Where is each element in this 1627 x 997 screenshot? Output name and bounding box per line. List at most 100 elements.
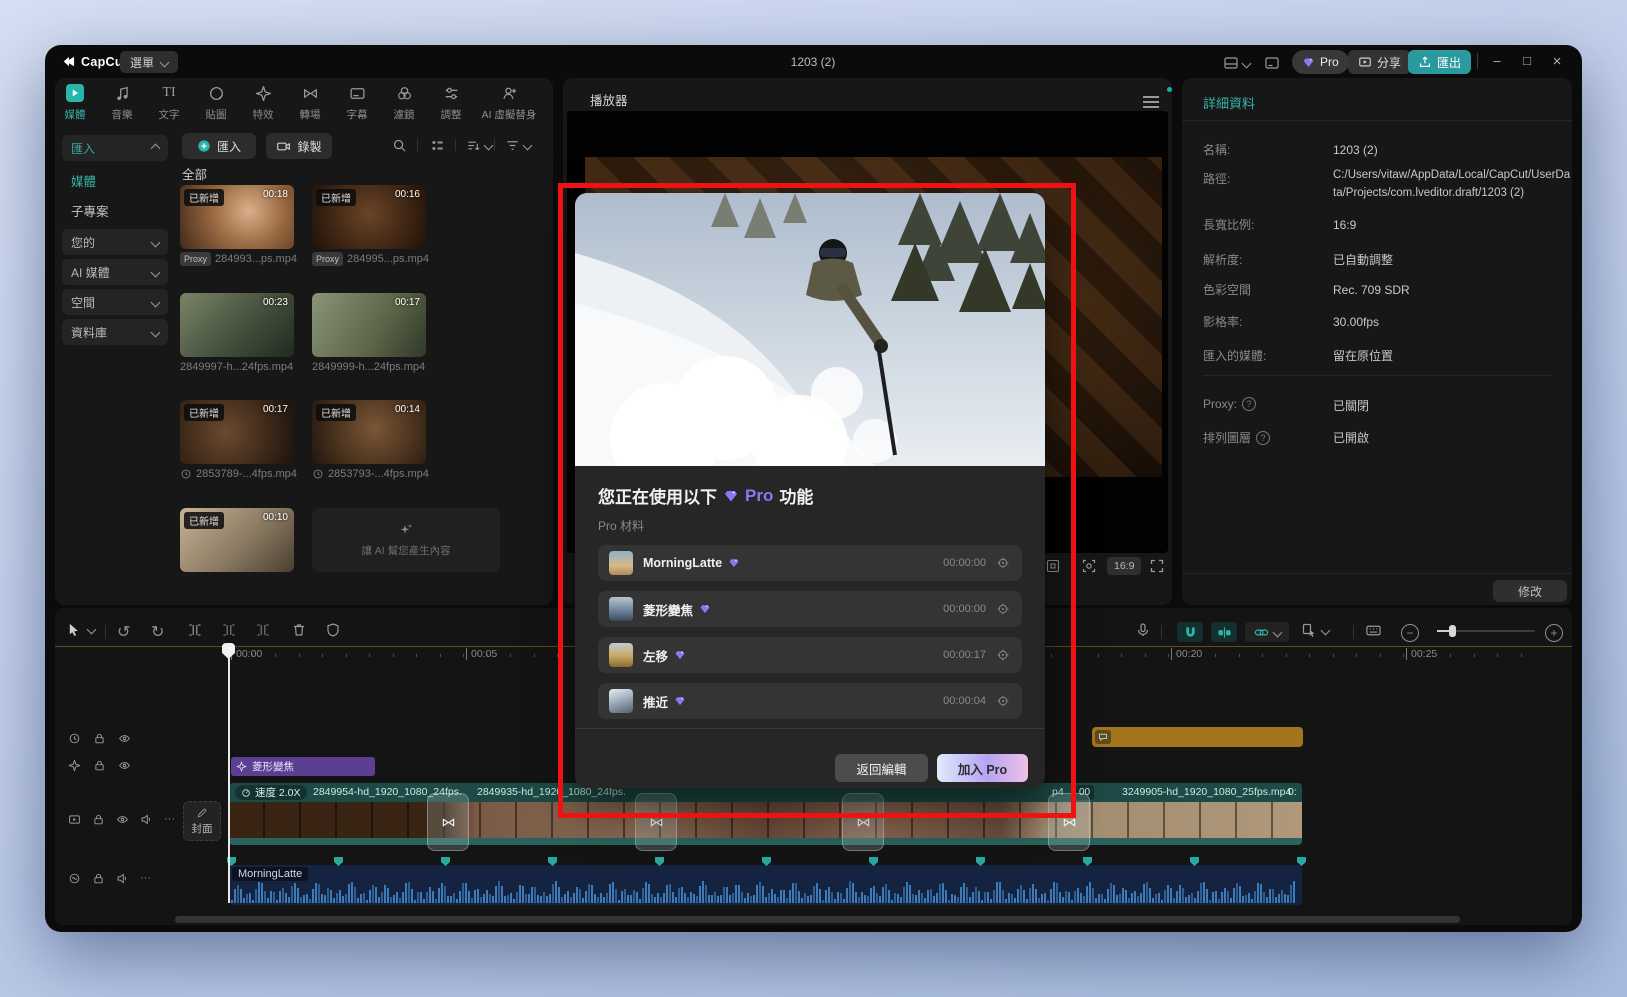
modify-button[interactable]: 修改	[1493, 580, 1567, 602]
dialog-video-preview[interactable]	[575, 193, 1045, 466]
delete-button[interactable]	[291, 622, 307, 638]
close-button[interactable]: ×	[1550, 53, 1564, 70]
sidebar-item-library[interactable]: 資料庫	[62, 319, 168, 345]
tab-transitions[interactable]: 轉場	[287, 84, 333, 122]
tab-adjust[interactable]: 調整	[428, 84, 474, 122]
help-icon[interactable]: ?	[1256, 431, 1270, 445]
tab-filters[interactable]: 濾鏡	[381, 84, 427, 122]
pro-item-row[interactable]: 菱形變焦 00:00:00	[598, 591, 1022, 627]
split-left-icon	[221, 622, 237, 638]
pro-item-row[interactable]: 推近 00:00:04	[598, 683, 1022, 719]
tab-captions[interactable]: 字幕	[334, 84, 380, 122]
minimize-button[interactable]: –	[1490, 53, 1504, 68]
split-left-button[interactable]	[221, 622, 237, 638]
filter-control[interactable]	[505, 138, 531, 153]
pro-item-row[interactable]: MorningLatte 00:00:00	[598, 545, 1022, 581]
fullscreen-icon[interactable]	[1149, 558, 1165, 574]
sidebar-item-subproject[interactable]: 子專案	[71, 201, 109, 220]
duration-label: 00:10	[263, 512, 288, 523]
detail-value: C:/Users/vitaw/AppData/Local/CapCut/User…	[1333, 167, 1571, 203]
chevron-down-icon[interactable]	[1242, 58, 1252, 68]
undo-button[interactable]: ↺	[117, 622, 130, 642]
ai-generate-card[interactable]: 讓 AI 幫您產生內容	[312, 508, 500, 572]
maximize-button[interactable]: □	[1520, 53, 1534, 68]
tab-audio[interactable]: 音樂	[99, 84, 145, 122]
tab-text[interactable]: TI文字	[146, 84, 192, 122]
preview-zoom-icon[interactable]	[1081, 558, 1097, 574]
link-toggle[interactable]	[1245, 622, 1289, 642]
pro-item-row[interactable]: 左移 00:00:17	[598, 637, 1022, 673]
zoom-fit-button[interactable]	[1365, 622, 1382, 639]
split-button[interactable]	[187, 622, 203, 638]
media-thumbnail[interactable]: 已新增 00:16	[312, 185, 426, 249]
effect-clip-icon	[236, 761, 247, 772]
panel-layout-icon[interactable]	[1264, 55, 1280, 71]
tab-label: AI 虛擬替身	[482, 107, 537, 122]
locate-icon[interactable]	[996, 648, 1010, 662]
cover-button[interactable]: 封面	[183, 801, 221, 841]
music-icon	[114, 85, 131, 102]
effect-clip[interactable]: 菱形變焦	[231, 757, 375, 776]
effect-clip-label: 菱形變焦	[252, 759, 294, 774]
sort-control[interactable]	[466, 138, 492, 153]
sidebar-item-space[interactable]: 空間	[62, 289, 168, 315]
text-clip[interactable]	[1092, 727, 1303, 747]
view-mode-icon[interactable]	[430, 138, 445, 153]
zoom-out-button[interactable]: −	[1401, 624, 1419, 642]
export-button[interactable]: 匯出	[1408, 50, 1471, 74]
filename-text: 2849999-h...24fps.mp4	[312, 361, 425, 373]
duration-label: 00:17	[263, 404, 288, 415]
snap-toggle[interactable]	[1177, 622, 1203, 642]
tab-effects[interactable]: 特效	[240, 84, 286, 122]
media-thumbnail[interactable]: 已新增 00:18	[180, 185, 294, 249]
tab-label: 濾鏡	[394, 107, 415, 122]
import-media-button[interactable]: 匯入	[182, 133, 256, 159]
preview-axis-toggle[interactable]	[1211, 622, 1237, 642]
media-thumbnail[interactable]: 00:17	[312, 293, 426, 357]
locate-icon[interactable]	[996, 556, 1010, 570]
media-thumbnail[interactable]: 00:23	[180, 293, 294, 357]
video-clip-filmstrip[interactable]	[229, 802, 1302, 838]
timeline-zoom-slider[interactable]	[1437, 630, 1535, 632]
select-mode-button[interactable]	[1301, 622, 1329, 638]
split-right-button[interactable]	[255, 622, 271, 638]
sidebar-item-media[interactable]: 媒體	[71, 171, 96, 190]
voiceover-button[interactable]	[1135, 622, 1151, 638]
media-thumbnail[interactable]: 已新增 00:17	[180, 400, 294, 464]
pro-badge-button[interactable]: Pro	[1292, 50, 1349, 74]
mirror-frame-icon[interactable]	[1045, 558, 1061, 574]
media-thumbnail[interactable]: 已新增 00:10	[180, 508, 294, 572]
duration-label: 00:16	[395, 189, 420, 200]
duration-label: 00:23	[263, 297, 288, 308]
share-button[interactable]: 分享	[1348, 50, 1411, 74]
aspect-ratio-button[interactable]: 16:9	[1107, 557, 1141, 575]
player-menu-button[interactable]	[1143, 93, 1159, 111]
layout-icon[interactable]	[1223, 55, 1239, 71]
locate-icon[interactable]	[996, 602, 1010, 616]
menu-button[interactable]: 選單	[120, 51, 178, 73]
select-tool[interactable]	[67, 622, 95, 637]
tab-sticker[interactable]: 貼圖	[193, 84, 239, 122]
record-button[interactable]: 錄製	[266, 133, 332, 159]
pro-item-name: 推近	[643, 692, 668, 711]
tab-ai-avatar[interactable]: AI 虛擬替身	[469, 84, 549, 122]
locate-icon[interactable]	[996, 694, 1010, 708]
redo-button[interactable]: ↻	[151, 622, 164, 642]
sidebar-item-ai-media[interactable]: AI 媒體	[62, 259, 168, 285]
audio-clip[interactable]: MorningLatte	[229, 865, 1302, 905]
zoom-in-button[interactable]: +	[1545, 624, 1563, 642]
detail-value: 16:9	[1333, 216, 1571, 235]
help-icon[interactable]: ?	[1242, 397, 1256, 411]
layout-switcher[interactable]	[1223, 51, 1280, 75]
slider-handle[interactable]	[1449, 625, 1456, 637]
mask-button[interactable]	[325, 622, 341, 638]
media-filename: 2849997-h...24fps.mp4	[180, 359, 293, 375]
join-pro-button[interactable]: 加入 Pro	[937, 754, 1028, 782]
sidebar-item-yours[interactable]: 您的	[62, 229, 168, 255]
sidebar-item-import[interactable]: 匯入	[62, 135, 168, 161]
horizontal-scrollbar[interactable]	[175, 916, 1460, 923]
back-to-edit-button[interactable]: 返回編輯	[835, 754, 928, 782]
tab-media[interactable]: 媒體	[52, 84, 98, 122]
media-thumbnail[interactable]: 已新增 00:14	[312, 400, 426, 464]
search-icon[interactable]	[392, 138, 407, 153]
